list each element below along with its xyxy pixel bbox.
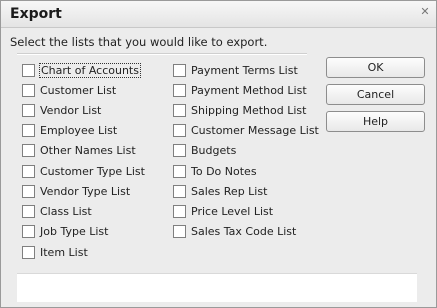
checkbox-box[interactable] xyxy=(22,245,35,259)
checkbox-label: Customer Type List xyxy=(40,164,145,178)
checkbox-sales-tax-code-list[interactable]: Sales Tax Code List xyxy=(173,223,296,239)
checkbox-price-level-list[interactable]: Price Level List xyxy=(173,203,273,219)
checkbox-sales-rep-list[interactable]: Sales Rep List xyxy=(173,183,267,199)
checkbox-employee-list[interactable]: Employee List xyxy=(22,122,117,138)
export-dialog: Export ✕ Select the lists that you would… xyxy=(0,0,437,308)
checkbox-job-type-list[interactable]: Job Type List xyxy=(22,223,108,239)
checkbox-box[interactable] xyxy=(22,224,35,238)
checkbox-box[interactable] xyxy=(173,224,186,238)
checkbox-customer-message-list[interactable]: Customer Message List xyxy=(173,122,319,138)
checkbox-budgets[interactable]: Budgets xyxy=(173,142,236,158)
help-button[interactable]: Help xyxy=(326,111,425,132)
close-icon[interactable]: ✕ xyxy=(418,5,432,19)
checkbox-box[interactable] xyxy=(173,164,186,178)
checkbox-customer-type-list[interactable]: Customer Type List xyxy=(22,163,145,179)
checkbox-box[interactable] xyxy=(173,143,186,157)
checkbox-box[interactable] xyxy=(22,164,35,178)
checkbox-label: Budgets xyxy=(191,143,237,157)
bottom-panel xyxy=(17,273,417,302)
cancel-button[interactable]: Cancel xyxy=(326,84,425,105)
checkbox-label: Vendor List xyxy=(40,103,102,117)
checkbox-label: Class List xyxy=(40,204,92,218)
checkbox-label: Other Names List xyxy=(40,143,136,157)
checkbox-chart-of-accounts[interactable]: Chart of Accounts xyxy=(22,62,141,78)
checkbox-box[interactable] xyxy=(173,83,186,97)
checkbox-label: Vendor Type List xyxy=(40,184,131,198)
checkbox-label: Customer Message List xyxy=(191,123,319,137)
checkbox-payment-method-list[interactable]: Payment Method List xyxy=(173,82,307,98)
checkbox-box[interactable] xyxy=(173,63,186,77)
checkbox-box[interactable] xyxy=(22,63,35,77)
checkbox-vendor-type-list[interactable]: Vendor Type List xyxy=(22,183,130,199)
checkbox-label: To Do Notes xyxy=(191,164,257,178)
ok-button[interactable]: OK xyxy=(326,57,425,78)
checkbox-label: Sales Tax Code List xyxy=(191,224,297,238)
checkbox-label: Chart of Accounts xyxy=(39,62,141,78)
title-bar: Export ✕ xyxy=(1,1,436,28)
checkbox-label: Item List xyxy=(40,245,88,259)
checkbox-box[interactable] xyxy=(173,184,186,198)
instruction-text: Select the lists that you would like to … xyxy=(10,35,268,49)
checkbox-box[interactable] xyxy=(22,204,35,218)
checkbox-box[interactable] xyxy=(22,103,35,117)
checkbox-label: Payment Terms List xyxy=(191,63,298,77)
checkbox-to-do-notes[interactable]: To Do Notes xyxy=(173,163,257,179)
checkbox-class-list[interactable]: Class List xyxy=(22,203,92,219)
checkbox-item-list[interactable]: Item List xyxy=(22,244,88,260)
checkbox-box[interactable] xyxy=(22,83,35,97)
checkbox-label: Employee List xyxy=(40,123,118,137)
checkbox-box[interactable] xyxy=(173,123,186,137)
checkbox-customer-list[interactable]: Customer List xyxy=(22,82,116,98)
checkbox-label: Shipping Method List xyxy=(191,103,307,117)
checkbox-box[interactable] xyxy=(173,103,186,117)
checkbox-label: Sales Rep List xyxy=(191,184,268,198)
divider xyxy=(17,53,307,55)
dialog-title: Export xyxy=(10,6,62,22)
checkbox-box[interactable] xyxy=(173,204,186,218)
checkbox-box[interactable] xyxy=(22,143,35,157)
checkbox-box[interactable] xyxy=(22,184,35,198)
checkbox-other-names-list[interactable]: Other Names List xyxy=(22,142,136,158)
checkbox-label: Customer List xyxy=(40,83,117,97)
checkbox-box[interactable] xyxy=(22,123,35,137)
checkbox-label: Job Type List xyxy=(40,224,109,238)
checkbox-shipping-method-list[interactable]: Shipping Method List xyxy=(173,102,306,118)
checkbox-label: Payment Method List xyxy=(191,83,307,97)
checkbox-label: Price Level List xyxy=(191,204,274,218)
checkbox-payment-terms-list[interactable]: Payment Terms List xyxy=(173,62,298,78)
checkbox-vendor-list[interactable]: Vendor List xyxy=(22,102,101,118)
